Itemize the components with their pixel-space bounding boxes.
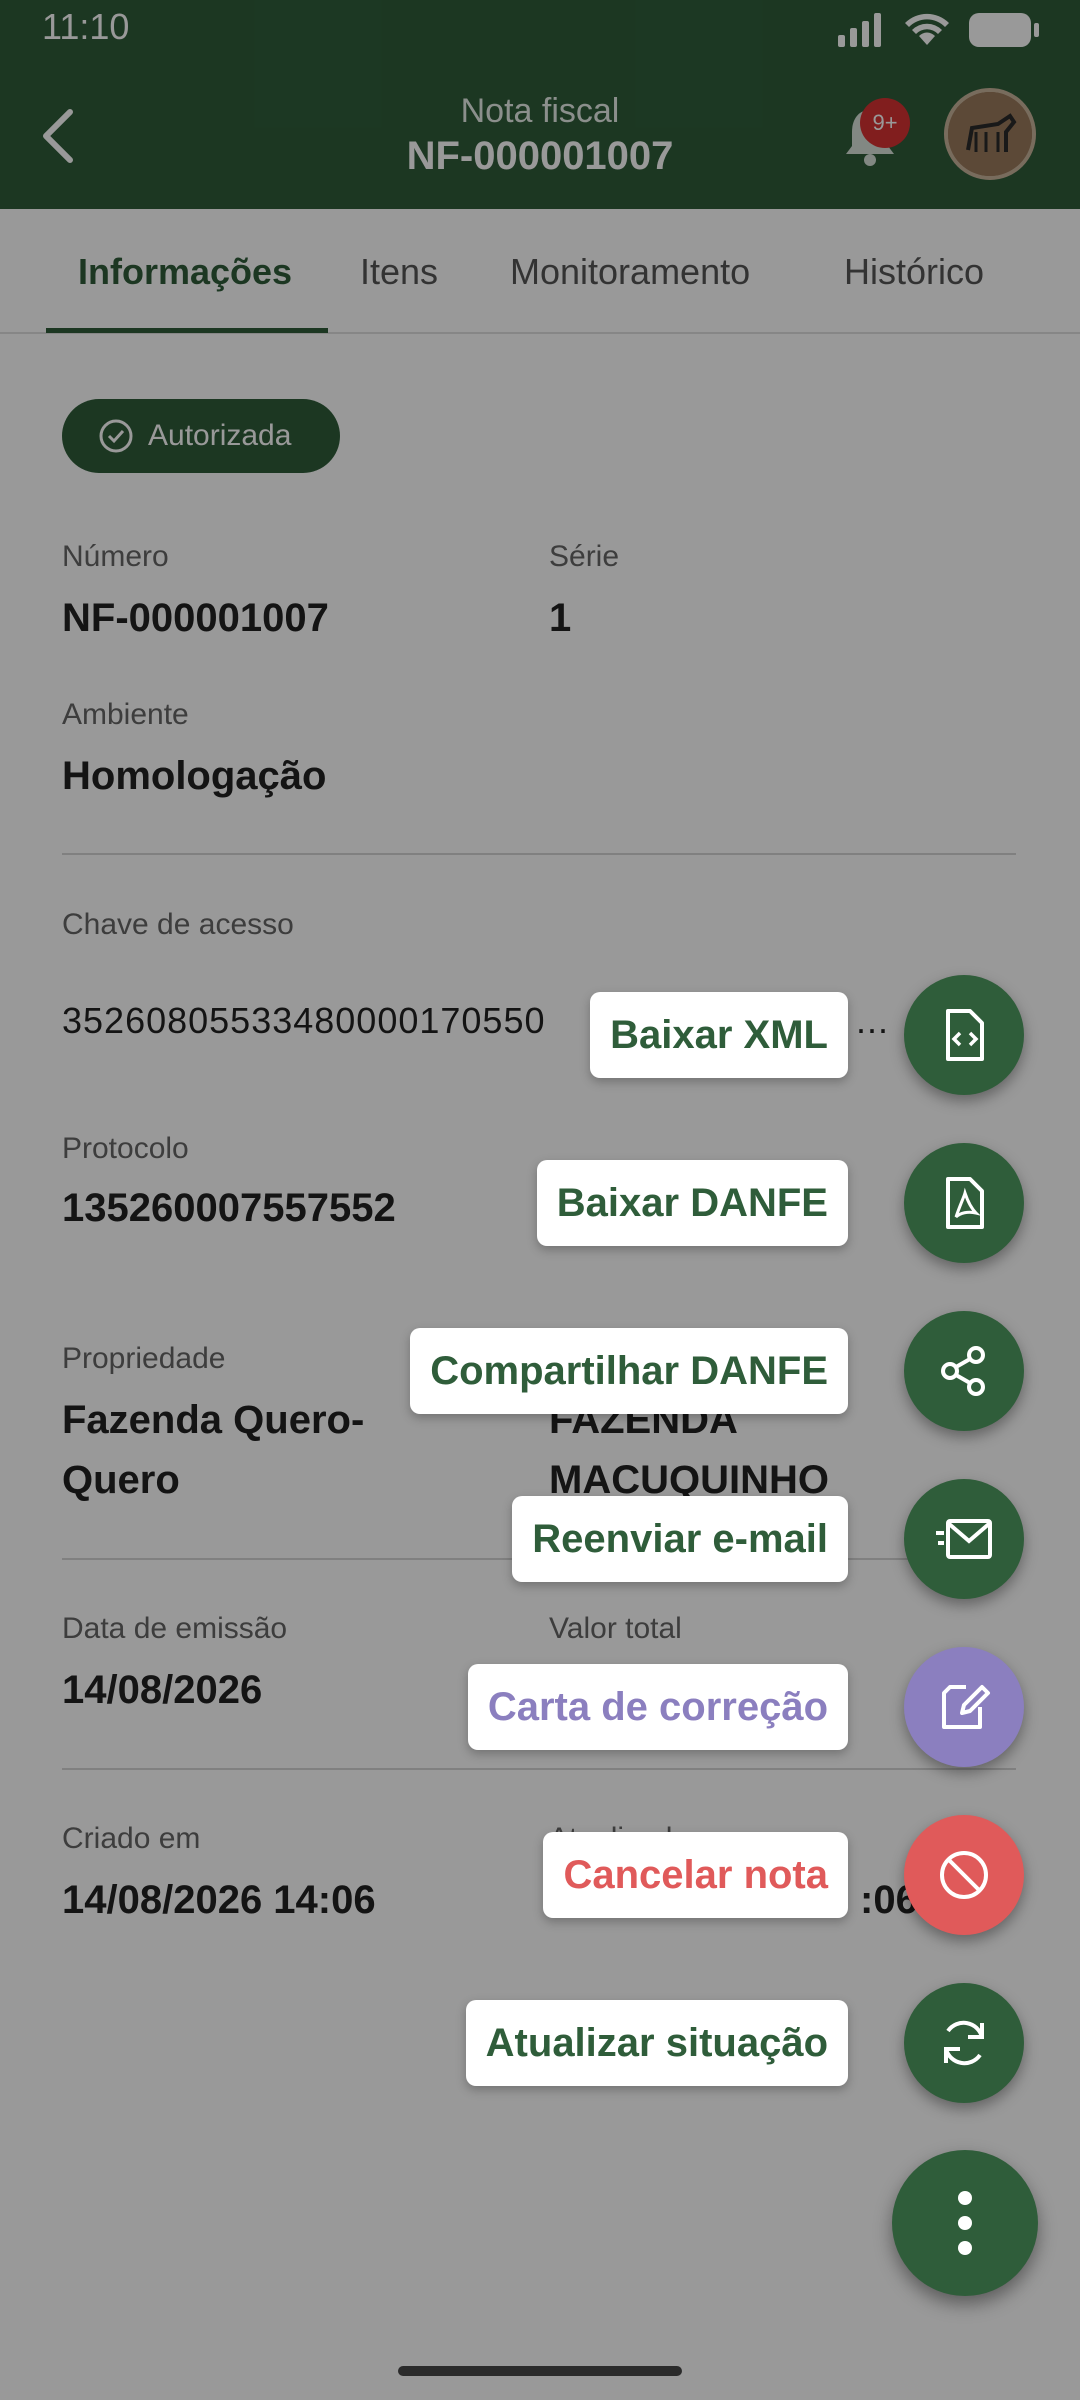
baixar-xml-button[interactable] bbox=[904, 975, 1024, 1095]
more-actions-button[interactable] bbox=[892, 2150, 1038, 2296]
edit-note-icon bbox=[942, 1685, 990, 1729]
fab-label-carta-correcao[interactable]: Carta de correção bbox=[467, 1664, 848, 1750]
fab-label-compartilhar-danfe[interactable]: Compartilhar DANFE bbox=[410, 1328, 848, 1414]
carta-correcao-button[interactable] bbox=[904, 1647, 1024, 1767]
xml-file-icon bbox=[946, 1009, 984, 1061]
pdf-file-icon bbox=[946, 1177, 984, 1229]
share-icon bbox=[941, 1346, 985, 1396]
compartilhar-danfe-button[interactable] bbox=[904, 1311, 1024, 1431]
fab-label-atualizar-situacao[interactable]: Atualizar situação bbox=[465, 2000, 848, 2086]
fab-label-reenviar-email[interactable]: Reenviar e-mail bbox=[512, 1496, 848, 1582]
cancelar-nota-button[interactable] bbox=[904, 1815, 1024, 1935]
block-icon bbox=[940, 1851, 988, 1899]
baixar-danfe-button[interactable] bbox=[904, 1143, 1024, 1263]
fab-label-cancelar-nota[interactable]: Cancelar nota bbox=[543, 1832, 848, 1918]
refresh-icon bbox=[944, 2020, 984, 2066]
fab-label-baixar-danfe[interactable]: Baixar DANFE bbox=[536, 1160, 848, 1246]
send-mail-icon bbox=[936, 1519, 992, 1559]
fab-label-baixar-xml[interactable]: Baixar XML bbox=[590, 992, 848, 1078]
reenviar-email-button[interactable] bbox=[904, 1479, 1024, 1599]
more-vertical-icon bbox=[958, 2191, 972, 2255]
atualizar-situacao-button[interactable] bbox=[904, 1983, 1024, 2103]
home-indicator[interactable] bbox=[398, 2366, 682, 2376]
